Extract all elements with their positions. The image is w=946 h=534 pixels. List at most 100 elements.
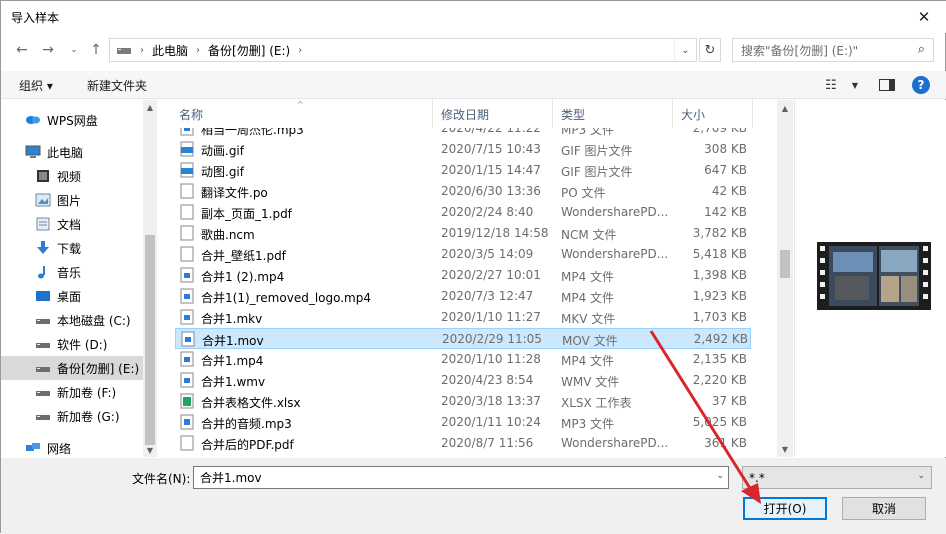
file-row[interactable]: 合并1.mkv 2020/1/10 11:27 MKV 文件 1,703 KB	[175, 307, 751, 328]
blank-file-icon	[180, 225, 194, 241]
open-button[interactable]: 打开(O)	[743, 497, 827, 520]
sidebar-item[interactable]: 备份[勿删] (E:)	[1, 356, 143, 380]
file-row[interactable]: 合并1.wmv 2020/4/23 8:54 WMV 文件 2,220 KB	[175, 370, 751, 391]
file-row[interactable]: 合并后的PDF.pdf 2020/8/7 11:56 WondersharePD..…	[175, 433, 751, 454]
recent-locations-chevron-icon[interactable]: ⌄	[63, 39, 85, 61]
sidebar-item-label: 视频	[57, 169, 82, 184]
file-list-scrollbar[interactable]: ▲ ▼	[777, 100, 793, 457]
file-row[interactable]: 合并的音频.mp3 2020/1/11 10:24 MP3 文件 5,025 KB	[175, 412, 751, 433]
preview-pane-icon[interactable]	[875, 75, 899, 95]
sidebar-item[interactable]: 下载	[1, 236, 143, 260]
sidebar-scroll-thumb[interactable]	[145, 235, 155, 445]
file-row[interactable]: 合并表格文件.xlsx 2020/3/18 13:37 XLSX 工作表 37 KB	[175, 391, 751, 412]
forward-arrow-icon[interactable]: →	[37, 39, 59, 61]
dialog-footer: 文件名(N): 合并1.mov ⌄ *.* ⌄ 打开(O) 取消	[1, 458, 946, 534]
sidebar-item[interactable]: 网络	[1, 436, 143, 457]
sidebar-scrollbar[interactable]: ▲ ▼	[143, 100, 157, 457]
sidebar-item[interactable]: 软件 (D:)	[1, 332, 143, 356]
column-date-label: 修改日期	[441, 107, 490, 122]
column-header-size[interactable]: 大小	[673, 100, 753, 128]
sidebar-item[interactable]: 此电脑	[1, 140, 143, 164]
drive-icon	[35, 361, 51, 375]
column-header-date[interactable]: 修改日期	[433, 100, 553, 128]
sidebar-item[interactable]: 文档	[1, 212, 143, 236]
video-file-icon	[181, 331, 195, 347]
sidebar-item[interactable]: 桌面	[1, 284, 143, 308]
scroll-down-icon[interactable]: ▼	[143, 443, 157, 457]
view-options-icon[interactable]: ☷	[819, 75, 843, 95]
close-icon[interactable]: ✕	[901, 1, 946, 32]
file-name: 合并1.mp4	[201, 354, 264, 368]
file-row[interactable]: 动图.gif 2020/1/15 14:47 GIF 图片文件 647 KB	[175, 160, 751, 181]
address-dropdown-icon[interactable]: ⌄	[674, 39, 696, 61]
sidebar-item-label: 下载	[57, 241, 82, 256]
file-type: NCM 文件	[561, 228, 617, 242]
drive-icon	[35, 313, 51, 327]
file-row[interactable]: 歌曲.ncm 2019/12/18 14:58 NCM 文件 3,782 KB	[175, 223, 751, 244]
search-placeholder: 搜索"备份[勿删] (E:)"	[741, 43, 859, 58]
cancel-button[interactable]: 取消	[842, 497, 926, 520]
video-folder-icon	[35, 169, 51, 183]
view-dropdown-icon[interactable]: ▼	[843, 75, 867, 95]
file-name: 合并后的PDF.pdf	[201, 438, 294, 452]
breadcrumb-separator-icon: ›	[298, 44, 303, 56]
file-type: WondersharePD...	[561, 247, 669, 261]
file-row[interactable]: 翻译文件.po 2020/6/30 13:36 PO 文件 42 KB	[175, 181, 751, 202]
video-thumbnail	[817, 242, 931, 310]
sidebar-item-label: 软件 (D:)	[57, 337, 108, 352]
file-row[interactable]: 合并_壁纸1.pdf 2020/3/5 14:09 WondersharePD...…	[175, 244, 751, 265]
file-size: 647 KB	[704, 163, 747, 177]
file-name: 合并1.mov	[202, 334, 264, 348]
column-header-name[interactable]: 名称 ^	[159, 100, 433, 128]
help-icon[interactable]: ?	[912, 76, 930, 94]
column-header-type[interactable]: 类型	[553, 100, 673, 128]
network-icon	[25, 441, 41, 455]
scroll-down-icon[interactable]: ▼	[777, 441, 793, 457]
sidebar-item[interactable]: 音乐	[1, 260, 143, 284]
file-date: 2020/6/30 13:36	[441, 184, 541, 198]
filename-input[interactable]: 合并1.mov ⌄	[193, 466, 729, 489]
up-arrow-icon[interactable]: ↑	[85, 39, 107, 61]
gif-file-icon	[180, 141, 194, 157]
sidebar-item[interactable]: 图片	[1, 188, 143, 212]
breadcrumb-this-pc[interactable]: 此电脑	[152, 42, 188, 59]
file-date: 2020/7/3 12:47	[441, 289, 534, 303]
file-size: 3,782 KB	[692, 226, 747, 240]
file-row[interactable]: 动画.gif 2020/7/15 10:43 GIF 图片文件 308 KB	[175, 139, 751, 160]
breadcrumb-separator-icon: ›	[140, 44, 144, 56]
file-name: 合并的音频.mp3	[201, 417, 292, 431]
breadcrumb-drive-e[interactable]: 备份[勿删] (E:)	[208, 42, 290, 59]
sidebar-item[interactable]: 本地磁盘 (C:)	[1, 308, 143, 332]
file-size: 42 KB	[711, 184, 747, 198]
file-list-scroll-thumb[interactable]	[780, 250, 790, 278]
search-input[interactable]: 搜索"备份[勿删] (E:)" ⌕	[732, 38, 934, 62]
scroll-up-icon[interactable]: ▲	[143, 100, 157, 114]
file-row[interactable]: 合并1 (2).mp4 2020/2/27 10:01 MP4 文件 1,398 KB	[175, 265, 751, 286]
search-icon: ⌕	[917, 42, 925, 57]
scroll-up-icon[interactable]: ▲	[777, 100, 793, 116]
back-arrow-icon[interactable]: ←	[11, 39, 33, 61]
sidebar-item[interactable]: 新加卷 (G:)	[1, 404, 143, 428]
file-row[interactable]: 合并1(1)_removed_logo.mp4 2020/7/3 12:47 MP4…	[175, 286, 751, 307]
new-folder-button[interactable]: 新建文件夹	[87, 77, 147, 94]
video-file-icon	[180, 288, 194, 304]
desktop-folder-icon	[35, 289, 51, 303]
sidebar-item[interactable]: 视频	[1, 164, 143, 188]
address-bar[interactable]: › 此电脑 › 备份[勿删] (E:) › ⌄	[109, 38, 697, 62]
refresh-icon[interactable]: ↻	[699, 38, 721, 62]
sidebar-item[interactable]: WPS网盘	[1, 108, 143, 132]
file-date: 2020/2/29 11:05	[442, 332, 542, 346]
drive-icon	[117, 48, 131, 54]
drive-icon	[35, 409, 51, 423]
sidebar-item[interactable]: 新加卷 (F:)	[1, 380, 143, 404]
file-row[interactable]: 副本_页面_1.pdf 2020/2/24 8:40 WondersharePD..…	[175, 202, 751, 223]
file-row[interactable]: 合并1.mov 2020/2/29 11:05 MOV 文件 2,492 KB	[175, 328, 751, 349]
file-name: 合并1.wmv	[201, 375, 266, 389]
file-date: 2020/8/7 11:56	[441, 436, 534, 450]
file-size: 361 KB	[704, 436, 747, 450]
organize-button[interactable]: 组织 ▾	[19, 77, 53, 94]
sidebar-item-label: 本地磁盘 (C:)	[57, 313, 131, 328]
file-row[interactable]: 合并1.mp4 2020/1/10 11:28 MP4 文件 2,135 KB	[175, 349, 751, 370]
file-type-filter-select[interactable]: *.* ⌄	[742, 466, 932, 489]
filename-dropdown-icon[interactable]: ⌄	[716, 471, 724, 481]
